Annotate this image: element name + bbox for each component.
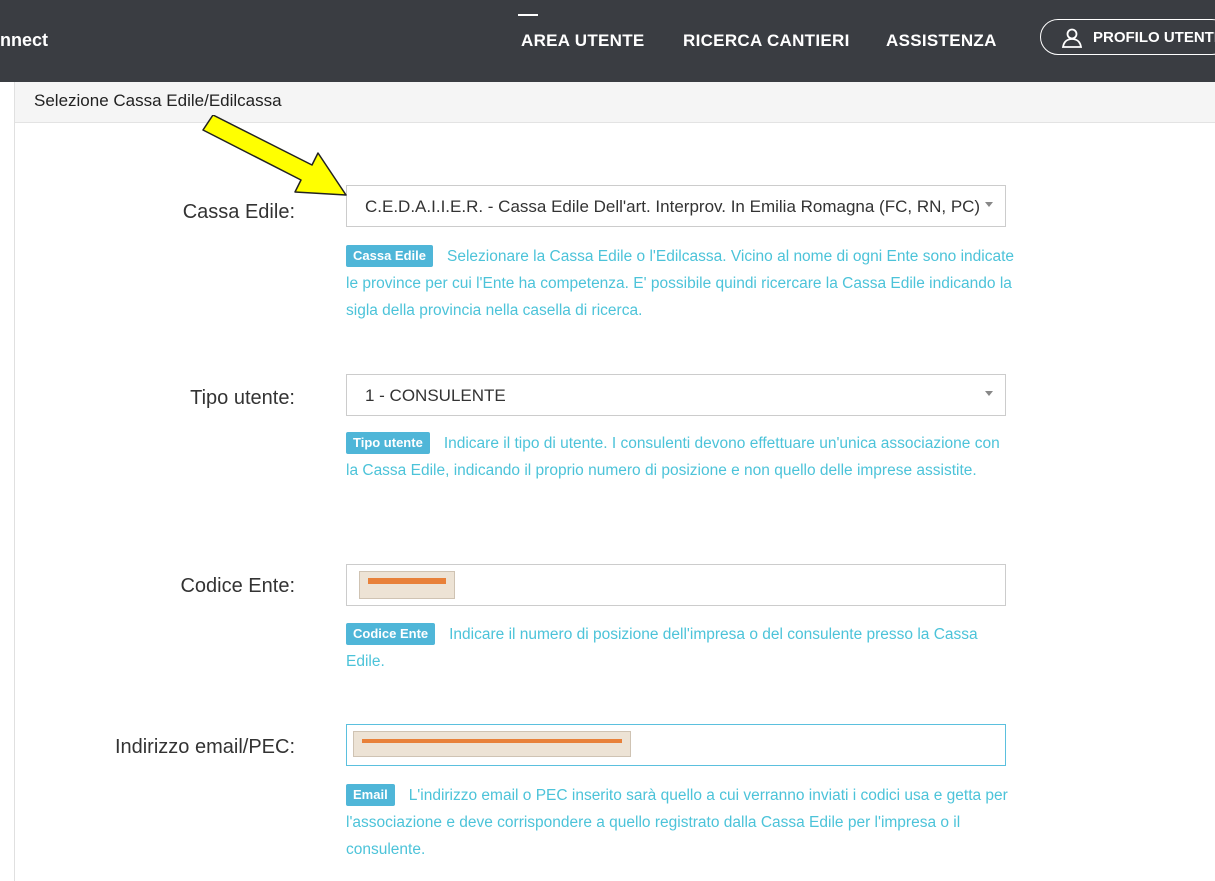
redacted-value — [359, 571, 455, 599]
selection-panel: Selezione Cassa Edile/Edilcassa Cassa Ed… — [14, 82, 1215, 881]
caret-down-icon — [985, 202, 993, 207]
nav-assistenza[interactable]: ASSISTENZA — [886, 31, 997, 51]
user-icon — [1061, 28, 1083, 48]
tipo-utente-help: Tipo utente Indicare il tipo di utente. I… — [346, 430, 1016, 484]
top-navbar: nnect AREA UTENTE RICERCA CANTIERI ASSIS… — [0, 0, 1215, 82]
tipo-utente-value: 1 - CONSULENTE — [365, 386, 506, 405]
cassa-edile-help: Cassa Edile Selezionare la Cassa Edile o … — [346, 243, 1016, 324]
profile-button[interactable]: PROFILO UTENTE — [1040, 19, 1215, 55]
codice-ente-badge: Codice Ente — [346, 623, 436, 645]
active-nav-indicator — [518, 14, 538, 16]
nav-area-utente[interactable]: AREA UTENTE — [521, 31, 645, 51]
email-badge: Email — [346, 784, 395, 806]
redacted-value — [353, 731, 631, 757]
codice-ente-label: Codice Ente: — [180, 575, 295, 597]
cassa-edile-help-text: Selezionare la Cassa Edile o l'Edilcassa… — [346, 248, 1015, 319]
panel-title: Selezione Cassa Edile/Edilcassa — [34, 91, 282, 110]
email-help: Email L'indirizzo email o PEC inserito sa… — [346, 782, 1016, 863]
profile-label: PROFILO UTENTE — [1093, 29, 1215, 46]
brand-name[interactable]: nnect — [0, 30, 48, 51]
caret-down-icon — [985, 391, 993, 396]
codice-ente-help: Codice Ente Indicare il numero di posizio… — [346, 621, 1016, 675]
nav-ricerca-cantieri[interactable]: RICERCA CANTIERI — [683, 31, 850, 51]
cassa-edile-select[interactable]: C.E.D.A.I.I.E.R. - Cassa Edile Dell'art.… — [346, 185, 1006, 227]
tipo-utente-label: Tipo utente: — [190, 387, 295, 409]
codice-ente-help-text: Indicare il numero di posizione dell'imp… — [346, 626, 978, 670]
tipo-utente-help-text: Indicare il tipo di utente. I consulenti… — [346, 435, 1000, 479]
panel-header: Selezione Cassa Edile/Edilcassa — [15, 82, 1215, 123]
cassa-edile-value: C.E.D.A.I.I.E.R. - Cassa Edile Dell'art.… — [365, 197, 981, 216]
tipo-utente-select[interactable]: 1 - CONSULENTE — [346, 374, 1006, 416]
email-label: Indirizzo email/PEC: — [114, 736, 295, 758]
yellow-arrow-annotation — [202, 115, 347, 196]
tipo-utente-badge: Tipo utente — [346, 432, 430, 454]
email-help-text: L'indirizzo email o PEC inserito sarà qu… — [346, 787, 1008, 858]
email-input[interactable] — [346, 724, 1006, 766]
cassa-edile-badge: Cassa Edile — [346, 245, 433, 267]
codice-ente-input[interactable] — [346, 564, 1006, 606]
